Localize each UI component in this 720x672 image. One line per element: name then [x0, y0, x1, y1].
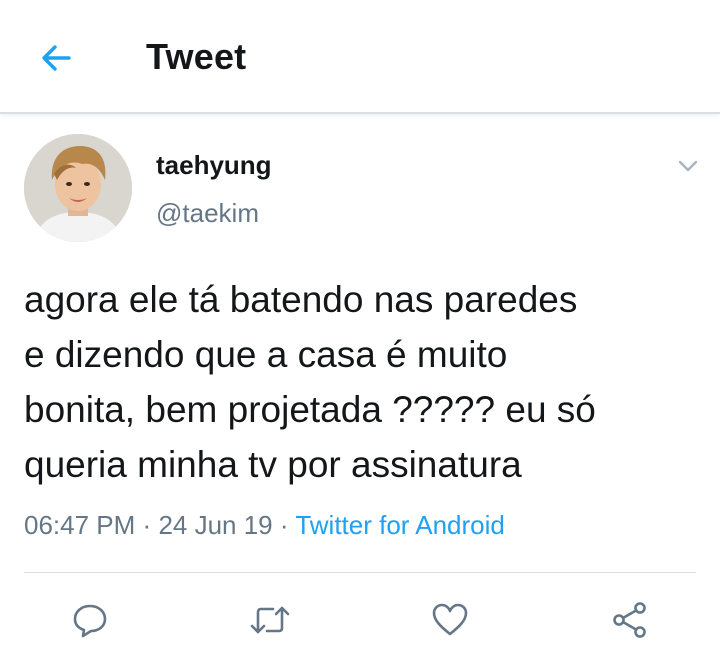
arrow-left-icon	[42, 45, 71, 71]
author-handle[interactable]: @taekim	[156, 198, 259, 229]
tweet-source-link[interactable]: Twitter for Android	[295, 510, 505, 540]
retweet-button[interactable]	[248, 598, 292, 642]
chevron-down-icon	[678, 160, 698, 172]
back-button[interactable]	[34, 36, 78, 80]
like-icon	[432, 603, 468, 636]
author-display-name[interactable]: taehyung	[156, 150, 272, 181]
tweet-date: 24 Jun 19	[158, 510, 273, 540]
tweet-menu-button[interactable]	[674, 152, 702, 180]
tweet-time: 06:47 PM	[24, 510, 136, 540]
like-button[interactable]	[428, 598, 472, 642]
meta-separator: ·	[279, 510, 289, 540]
divider	[24, 572, 696, 573]
retweet-icon	[250, 606, 290, 634]
share-icon	[613, 602, 646, 638]
reply-button[interactable]	[68, 598, 112, 642]
profile-photo	[24, 134, 132, 242]
avatar[interactable]	[24, 134, 132, 242]
top-app-bar: Tweet	[0, 0, 720, 114]
tweet-text: agora ele tá batendo nas paredes e dizen…	[24, 279, 596, 485]
reply-icon	[73, 604, 107, 638]
tweet-meta: 06:47 PM · 24 Jun 19 · Twitter for Andro…	[24, 510, 505, 541]
meta-separator: ·	[142, 510, 152, 540]
page-title: Tweet	[146, 36, 247, 77]
share-button[interactable]	[608, 598, 652, 642]
